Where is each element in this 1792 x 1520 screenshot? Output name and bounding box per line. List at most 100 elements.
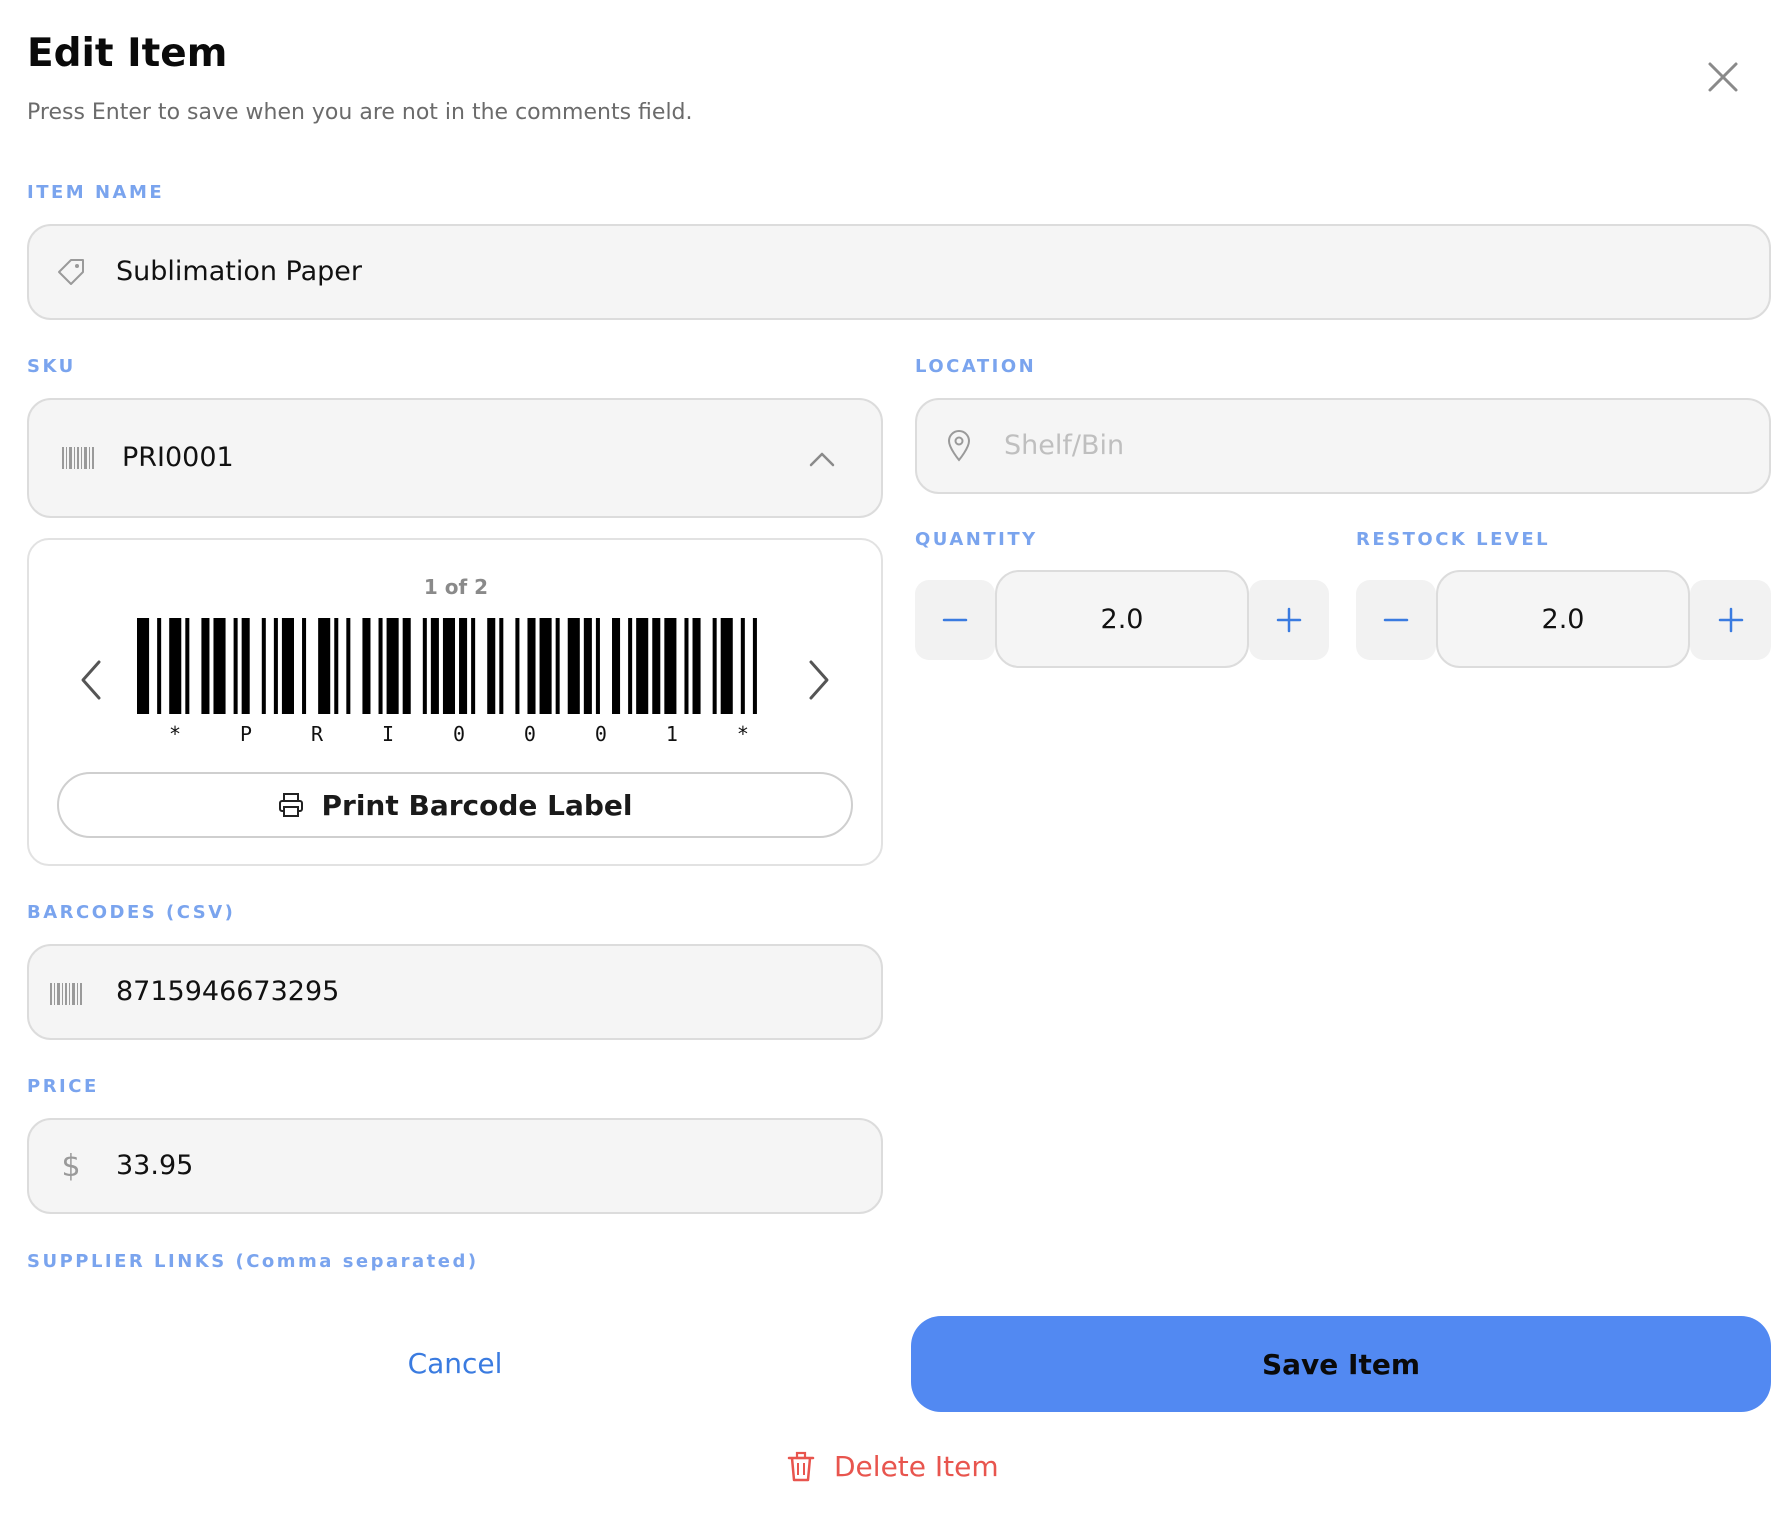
quantity-label: QUANTITY bbox=[915, 529, 1038, 550]
restock-level-label: RESTOCK LEVEL bbox=[1356, 529, 1551, 550]
barcode-bar bbox=[595, 618, 600, 714]
minus-icon bbox=[1383, 618, 1409, 622]
item-name-label: ITEM NAME bbox=[27, 182, 165, 203]
barcode-text: * P R I 0 0 0 1 * bbox=[169, 722, 749, 746]
barcode-bar bbox=[334, 618, 339, 714]
barcode-bar bbox=[422, 618, 427, 714]
barcode-char: P bbox=[239, 722, 253, 746]
barcode-bar bbox=[318, 618, 331, 714]
restock-level-input[interactable]: 2.0 bbox=[1436, 570, 1690, 668]
location-label: LOCATION bbox=[915, 356, 1037, 377]
delete-item-button[interactable]: Delete Item bbox=[786, 1450, 999, 1483]
barcode-bar bbox=[636, 618, 649, 714]
barcode-bar bbox=[442, 618, 456, 714]
delete-item-label: Delete Item bbox=[834, 1450, 999, 1483]
price-label: PRICE bbox=[27, 1076, 99, 1097]
barcode-panel: 1 of 2 * P R I 0 0 0 1 * Print Barcode Label bbox=[27, 538, 883, 866]
barcode-bar bbox=[652, 618, 661, 714]
barcode-char: I bbox=[381, 722, 394, 746]
barcode-bar bbox=[273, 618, 278, 714]
quantity-decrement-button[interactable] bbox=[915, 580, 995, 660]
barcode-bar bbox=[241, 618, 250, 714]
price-field[interactable]: $ 33.95 bbox=[27, 1118, 883, 1214]
barcode-bar bbox=[664, 618, 677, 714]
sku-value: PRI0001 bbox=[122, 442, 234, 473]
close-button[interactable] bbox=[1700, 54, 1746, 100]
location-field[interactable]: Shelf/Bin bbox=[915, 398, 1771, 494]
barcodes-field[interactable]: 8715946673295 bbox=[27, 944, 883, 1040]
barcode-bar bbox=[378, 618, 383, 714]
barcode-bar bbox=[281, 618, 294, 714]
barcode-bar bbox=[346, 618, 351, 714]
barcode-bar bbox=[712, 618, 717, 714]
barcode-bar bbox=[302, 618, 307, 714]
barcode-char: 1 bbox=[665, 722, 678, 746]
print-barcode-label: Print Barcode Label bbox=[321, 788, 633, 822]
barcode-char: 0 bbox=[452, 722, 465, 746]
barcode-char: R bbox=[310, 722, 324, 746]
minus-icon bbox=[942, 618, 968, 622]
barcode-bar bbox=[692, 618, 701, 714]
barcode-bar bbox=[487, 618, 496, 714]
page-title: Edit Item bbox=[27, 31, 228, 76]
barcode-bar bbox=[583, 618, 592, 714]
barcode-char: 0 bbox=[523, 722, 536, 746]
barcode-bar bbox=[499, 618, 504, 714]
barcode-bar bbox=[430, 618, 439, 714]
barcode-bar bbox=[386, 618, 399, 714]
barcode-image bbox=[137, 618, 757, 714]
dollar-icon: $ bbox=[61, 1148, 81, 1184]
save-item-button[interactable]: Save Item bbox=[911, 1316, 1771, 1412]
item-name-field[interactable]: Sublimation Paper bbox=[27, 224, 1771, 320]
tag-icon bbox=[51, 252, 91, 292]
barcode-bar bbox=[527, 618, 536, 714]
barcode-bar bbox=[471, 618, 476, 714]
plus-icon bbox=[1718, 607, 1743, 633]
barcode-bar bbox=[539, 618, 552, 714]
next-barcode-button[interactable] bbox=[801, 658, 841, 708]
location-input: Shelf/Bin bbox=[1004, 430, 1125, 461]
plus-icon bbox=[1276, 607, 1302, 633]
barcode-bar bbox=[261, 618, 266, 714]
supplier-links-label: SUPPLIER LINKS (Comma separated) bbox=[27, 1251, 479, 1272]
barcode-bar bbox=[362, 618, 371, 714]
printer-icon bbox=[279, 793, 304, 817]
print-barcode-button[interactable]: Print Barcode Label bbox=[57, 772, 853, 838]
barcode-bar bbox=[169, 618, 182, 714]
barcode-bar bbox=[628, 618, 633, 714]
barcode-bar bbox=[402, 618, 411, 714]
cancel-button[interactable]: Cancel bbox=[27, 1344, 883, 1384]
item-name-value: Sublimation Paper bbox=[116, 256, 363, 287]
barcode-bar bbox=[612, 618, 621, 714]
barcode-bar bbox=[185, 618, 190, 714]
barcodes-label: BARCODES (CSV) bbox=[27, 902, 236, 923]
restock-increment-button[interactable] bbox=[1690, 580, 1771, 660]
barcode-bar bbox=[567, 618, 580, 714]
barcodes-value: 8715946673295 bbox=[116, 976, 340, 1007]
barcode-icon bbox=[49, 978, 85, 1010]
quantity-input[interactable]: 2.0 bbox=[995, 570, 1249, 668]
barcode-char: * bbox=[169, 722, 182, 746]
close-icon bbox=[1708, 62, 1738, 92]
quantity-increment-button[interactable] bbox=[1249, 580, 1329, 660]
barcode-bar bbox=[137, 618, 150, 714]
barcode-bar bbox=[515, 618, 520, 714]
barcode-icon bbox=[61, 442, 97, 474]
sku-field[interactable]: PRI0001 bbox=[27, 398, 883, 518]
price-value: 33.95 bbox=[116, 1150, 194, 1181]
barcode-bar bbox=[684, 618, 689, 714]
barcode-bar bbox=[459, 618, 468, 714]
barcode-bar bbox=[157, 618, 162, 714]
sku-label: SKU bbox=[27, 356, 76, 377]
barcode-char: * bbox=[736, 722, 749, 746]
prev-barcode-button[interactable] bbox=[77, 658, 117, 708]
chevron-right-icon bbox=[809, 660, 829, 700]
map-pin-icon bbox=[939, 426, 979, 466]
chevron-up-icon[interactable] bbox=[807, 444, 837, 474]
page-subtitle: Press Enter to save when you are not in … bbox=[27, 100, 693, 125]
chevron-left-icon bbox=[81, 660, 101, 700]
barcode-bar bbox=[720, 618, 733, 714]
barcode-bar bbox=[233, 618, 238, 714]
restock-decrement-button[interactable] bbox=[1356, 580, 1436, 660]
barcode-pager: 1 of 2 bbox=[423, 575, 489, 599]
